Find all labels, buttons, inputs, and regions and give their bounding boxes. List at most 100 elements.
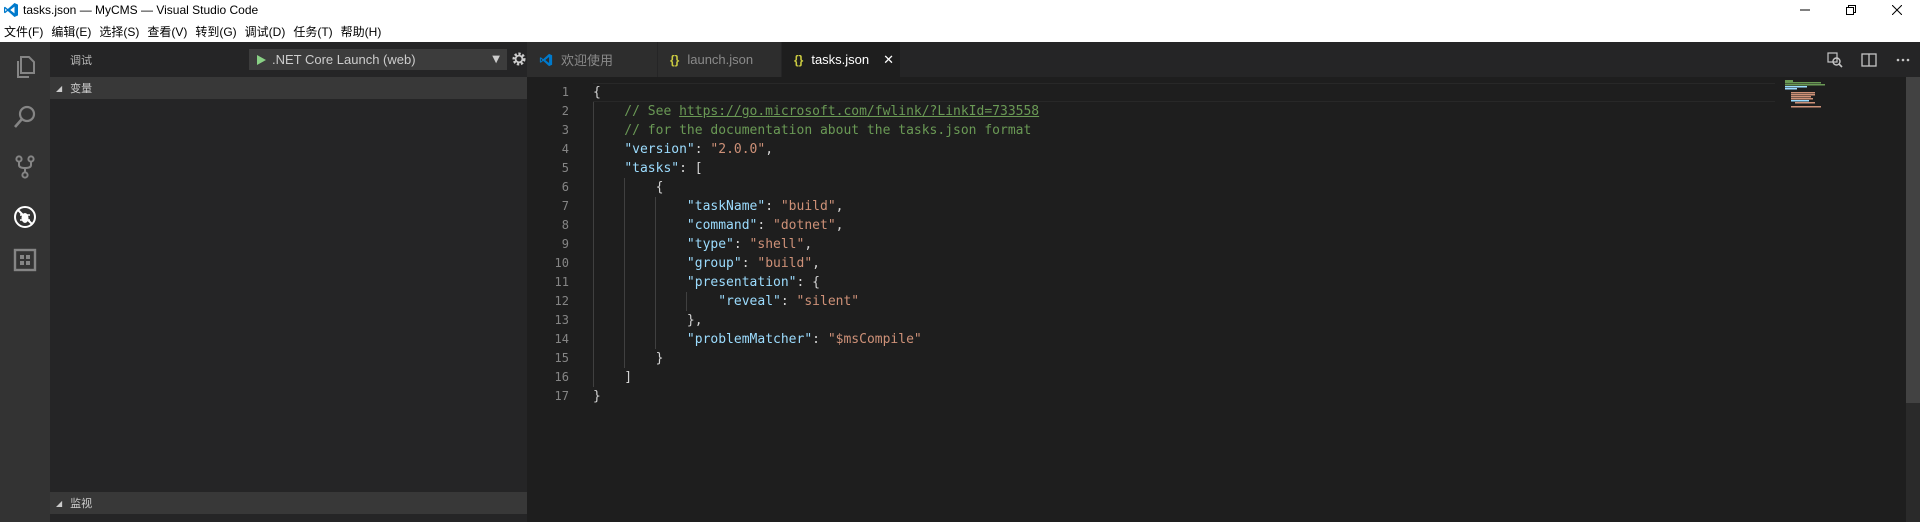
activity-debug[interactable] [0, 197, 50, 237]
code-token: "presentation" [686, 275, 797, 290]
more-actions-button[interactable] [1894, 51, 1912, 69]
watch-section-title: 监视 [70, 497, 93, 510]
indent-guide [593, 102, 594, 387]
files-icon [17, 56, 35, 78]
gear-icon[interactable] [511, 51, 527, 67]
activity-extensions[interactable] [0, 240, 50, 280]
code-token: "build" [757, 256, 813, 271]
debug-icon [14, 206, 36, 228]
close-window-button[interactable] [1874, 0, 1920, 20]
restore-button[interactable] [1828, 0, 1874, 20]
line-number: 13 [554, 313, 569, 327]
line-number: 8 [561, 218, 569, 232]
code-token: "reveal" [718, 294, 781, 309]
code-line[interactable]: 16 ] [527, 368, 1757, 387]
indent-guide [624, 178, 625, 368]
launch-configuration-select[interactable]: .NET Core Launch (web) ▼ [249, 49, 507, 70]
activity-search[interactable] [0, 97, 50, 137]
code-text: } [593, 349, 664, 368]
code-line[interactable]: 10 "group": "build", [527, 254, 1757, 273]
code-token: : [694, 142, 711, 157]
code-token: "build" [780, 199, 836, 214]
code-token: "2.0.0" [710, 142, 766, 157]
code-line[interactable]: 14 "problemMatcher": "$msCompile" [527, 330, 1757, 349]
code-line[interactable]: 8 "command": "dotnet", [527, 216, 1757, 235]
code-token: , [835, 199, 844, 214]
watch-section-header[interactable]: ◢ 监视 [50, 492, 527, 514]
line-number: 15 [554, 351, 569, 365]
code-token: : { [796, 275, 820, 290]
code-text: { [593, 83, 601, 102]
collapse-triangle-icon: ◢ [56, 498, 63, 508]
code-token: "shell" [749, 237, 805, 252]
tab-welcome[interactable]: 欢迎使用 [527, 42, 657, 77]
line-number: 17 [554, 389, 569, 403]
menu-file[interactable]: 文件(F) [0, 20, 47, 42]
code-token: { [593, 85, 601, 100]
variables-section-title: 变量 [70, 82, 93, 95]
collapse-triangle-icon: ◢ [56, 83, 63, 93]
code-text: "problemMatcher": "$msCompile" [593, 330, 922, 349]
minimap[interactable] [1775, 77, 1905, 522]
code-line[interactable]: 9 "type": "shell", [527, 235, 1757, 254]
tab-tasks-json[interactable]: {} tasks.json ✕ [782, 42, 900, 77]
code-line[interactable]: 4 "version": "2.0.0", [527, 140, 1757, 159]
activity-bar [0, 42, 50, 522]
code-editor[interactable]: 1{2 // See https://go.microsoft.com/fwli… [527, 77, 1920, 522]
vertical-scrollbar[interactable] [1906, 77, 1920, 522]
sidebar-title: 调试 [70, 54, 92, 67]
code-line[interactable]: 15 } [527, 349, 1757, 368]
code-line[interactable]: 3 // for the documentation about the tas… [527, 121, 1757, 140]
split-editor-icon [1861, 52, 1877, 67]
code-token: : [780, 294, 797, 309]
activity-explorer[interactable] [0, 47, 50, 87]
code-text: "command": "dotnet", [593, 216, 844, 235]
code-line[interactable]: 17} [527, 387, 1757, 406]
code-line[interactable]: 11 "presentation": { [527, 273, 1757, 292]
menu-debug[interactable]: 调试(D) [241, 20, 290, 42]
sidebar-header: 调试 .NET Core Launch (web) ▼ [50, 42, 559, 77]
code-line[interactable]: 1{ [527, 83, 1775, 102]
open-changes-button[interactable] [1826, 51, 1844, 69]
code-token: } [593, 389, 601, 404]
split-editor-button[interactable] [1860, 51, 1878, 69]
code-line[interactable]: 12 "reveal": "silent" [527, 292, 1757, 311]
tab-label: tasks.json [811, 52, 870, 67]
code-token: "dotnet" [773, 218, 836, 233]
menu-edit[interactable]: 编辑(E) [47, 20, 95, 42]
git-branch-icon [15, 155, 35, 179]
menu-help[interactable]: 帮助(H) [337, 20, 386, 42]
menu-go[interactable]: 转到(G) [191, 20, 240, 42]
code-token: , [812, 256, 820, 271]
line-number: 9 [561, 237, 569, 251]
code-token: : [765, 199, 781, 214]
close-icon [1892, 5, 1902, 15]
code-token: "silent" [796, 294, 860, 309]
menu-tasks[interactable]: 任务(T) [289, 20, 336, 42]
code-line[interactable]: 13 }, [527, 311, 1757, 330]
variables-section-header[interactable]: ◢ 变量 [50, 77, 527, 99]
code-line[interactable]: 7 "taskName": "build", [527, 197, 1757, 216]
code-line[interactable]: 2 // See https://go.microsoft.com/fwlink… [527, 102, 1757, 121]
close-tab-icon[interactable]: ✕ [883, 52, 894, 68]
menu-selection[interactable]: 选择(S) [95, 20, 143, 42]
code-link[interactable]: https://go.microsoft.com/fwlink/?LinkId=… [679, 104, 1039, 119]
scrollbar-thumb[interactable] [1906, 77, 1920, 403]
menu-view[interactable]: 查看(V) [143, 20, 191, 42]
line-number: 1 [561, 85, 569, 99]
indent-guide [686, 292, 687, 311]
minimize-button[interactable] [1782, 0, 1828, 20]
activity-source-control[interactable] [0, 147, 50, 187]
line-number: 10 [554, 256, 569, 270]
tab-launch-json[interactable]: {} launch.json [658, 42, 781, 77]
code-token: "$msCompile" [827, 332, 922, 347]
start-debugging-icon[interactable] [254, 53, 268, 67]
code-token: }, [593, 313, 703, 328]
code-line[interactable]: 5 "tasks": [ [527, 159, 1757, 178]
code-line[interactable]: 6 { [527, 178, 1757, 197]
